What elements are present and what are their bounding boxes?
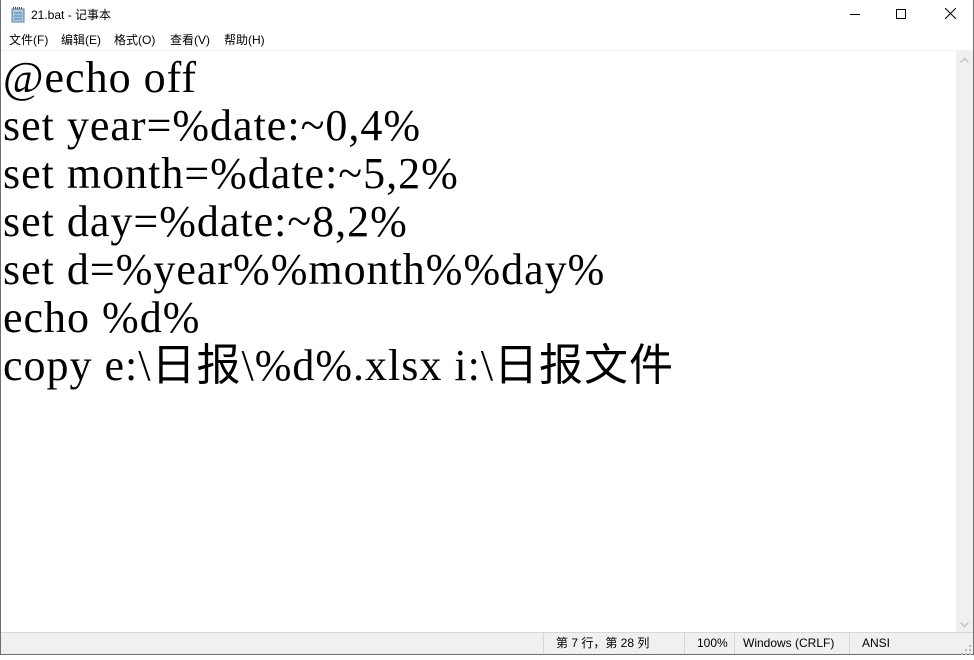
encoding: ANSI xyxy=(849,633,973,654)
status-bar: 第 7 行，第 28 列 100% Windows (CRLF) ANSI xyxy=(1,632,973,655)
notepad-window: 21.bat - 记事本 文件(F) 编辑(E) 格式(O) 查看(V) 帮助(… xyxy=(0,0,974,655)
notepad-icon xyxy=(11,7,25,23)
scroll-up-button[interactable] xyxy=(956,50,973,67)
vertical-scrollbar[interactable] xyxy=(956,50,973,632)
text-editor[interactable]: @echo off set year=%date:~0,4% set month… xyxy=(1,50,956,632)
cursor-position: 第 7 行，第 28 列 xyxy=(543,633,684,654)
editor-line: set day=%date:~8,2% xyxy=(3,197,408,246)
editor-line: set d=%year%%month%%day% xyxy=(3,245,606,294)
editor-line: set year=%date:~0,4% xyxy=(3,101,422,150)
close-icon xyxy=(944,6,956,24)
editor-line: @echo off xyxy=(3,53,198,102)
line-ending: Windows (CRLF) xyxy=(734,633,849,654)
minimize-button[interactable] xyxy=(832,0,878,30)
menu-bar: 文件(F) 编辑(E) 格式(O) 查看(V) 帮助(H) xyxy=(1,30,973,50)
editor-line: set month=%date:~5,2% xyxy=(3,149,459,198)
scroll-down-button[interactable] xyxy=(956,615,973,632)
chevron-down-icon xyxy=(959,615,970,633)
maximize-button[interactable] xyxy=(878,0,924,30)
editor-line: copy e:\日报\%d%.xlsx i:\日报文件 xyxy=(3,341,675,390)
chevron-up-icon xyxy=(959,50,970,68)
menu-format[interactable]: 格式(O) xyxy=(114,32,155,48)
menu-help[interactable]: 帮助(H) xyxy=(224,32,265,48)
menu-view[interactable]: 查看(V) xyxy=(170,32,210,48)
maximize-icon xyxy=(896,6,906,24)
resize-grip-icon[interactable] xyxy=(961,642,971,655)
window-title: 21.bat - 记事本 xyxy=(31,8,112,22)
minimize-icon xyxy=(850,6,860,24)
menu-edit[interactable]: 编辑(E) xyxy=(61,32,101,48)
zoom-level: 100% xyxy=(684,633,734,654)
editor-line: echo %d% xyxy=(3,293,201,342)
close-button[interactable] xyxy=(927,0,973,30)
title-bar[interactable]: 21.bat - 记事本 xyxy=(1,0,973,30)
menu-file[interactable]: 文件(F) xyxy=(9,32,48,48)
